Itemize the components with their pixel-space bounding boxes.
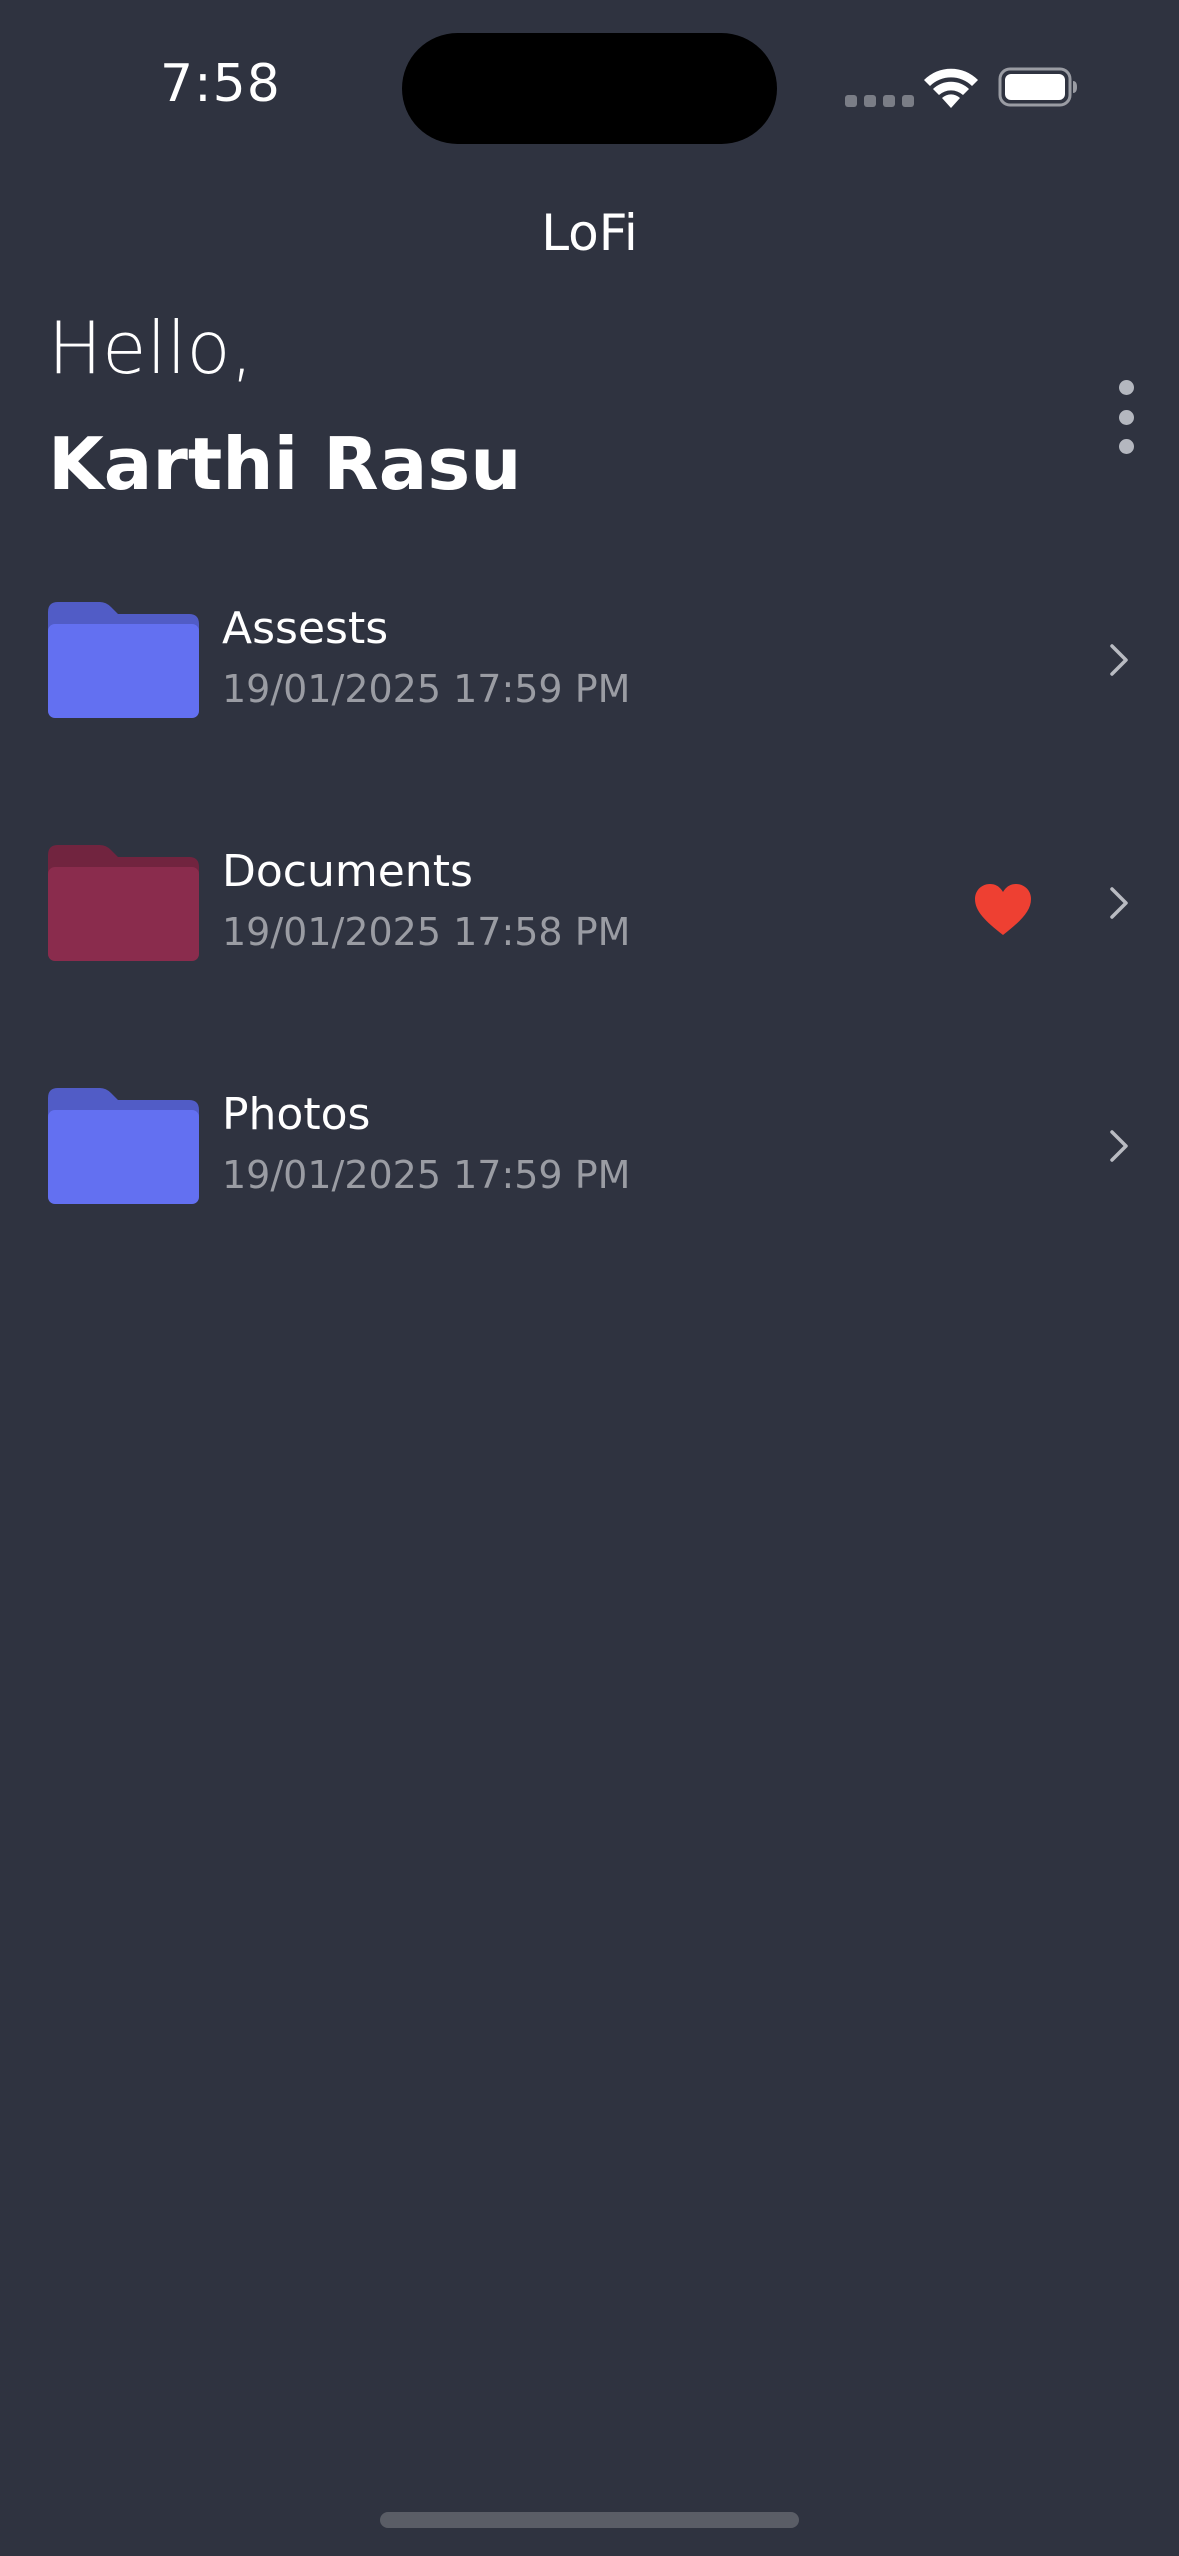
folder-row-assests[interactable]: Assests 19/01/2025 17:59 PM — [0, 585, 1179, 828]
folder-date: 19/01/2025 17:59 PM — [222, 1153, 631, 1197]
heart-icon[interactable] — [973, 883, 1033, 937]
chevron-right-icon — [1110, 1130, 1128, 1162]
dynamic-island — [402, 33, 777, 144]
status-time: 7:58 — [160, 54, 281, 114]
chevron-right-icon — [1110, 644, 1128, 676]
folder-icon — [48, 1088, 199, 1204]
folder-date: 19/01/2025 17:58 PM — [222, 910, 631, 954]
more-options-button[interactable] — [1108, 380, 1144, 454]
cellular-signal-icon — [845, 95, 914, 107]
folder-icon — [48, 845, 199, 961]
folder-date: 19/01/2025 17:59 PM — [222, 667, 631, 711]
folder-row-documents[interactable]: Documents 19/01/2025 17:58 PM — [0, 828, 1179, 1071]
greeting-text: Hello, — [48, 306, 254, 390]
folder-row-photos[interactable]: Photos 19/01/2025 17:59 PM — [0, 1071, 1179, 1314]
folder-name: Assests — [222, 603, 389, 654]
folder-name: Documents — [222, 846, 473, 897]
user-name: Karthi Rasu — [48, 422, 522, 506]
folder-icon — [48, 602, 199, 718]
folder-list: Assests 19/01/2025 17:59 PM Documents 19… — [0, 585, 1179, 1314]
chevron-right-icon — [1110, 887, 1128, 919]
app-title: LoFi — [541, 204, 638, 262]
wifi-icon — [924, 68, 978, 108]
battery-icon — [998, 67, 1077, 107]
more-vertical-icon — [1118, 380, 1134, 395]
folder-name: Photos — [222, 1089, 371, 1140]
home-indicator[interactable] — [380, 2512, 799, 2528]
